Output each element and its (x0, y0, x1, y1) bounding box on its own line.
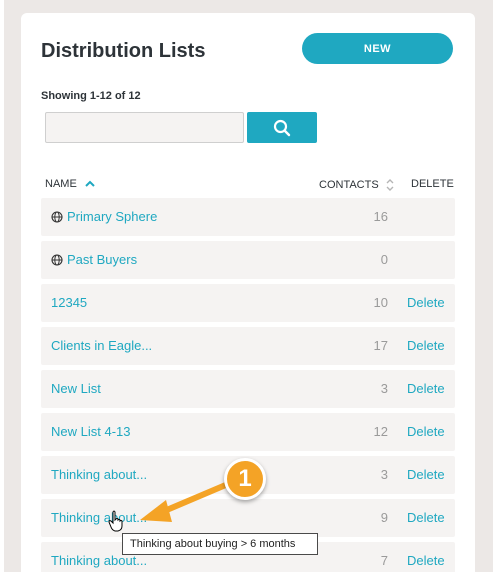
annotation-callout: 1 (224, 458, 266, 500)
tooltip: Thinking about buying > 6 months (122, 533, 318, 555)
hand-cursor-icon (108, 510, 123, 532)
